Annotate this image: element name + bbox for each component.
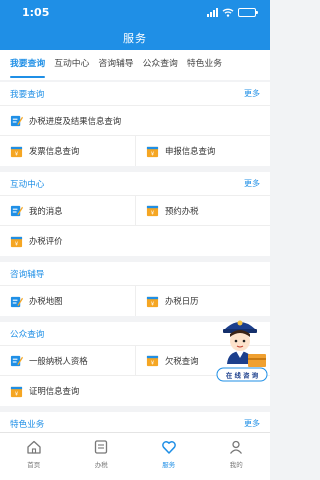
service-item-appointment[interactable]: ¥ 预约办税 — [135, 196, 270, 225]
service-label: 申报信息查询 — [165, 146, 216, 156]
service-item-tax-progress[interactable]: 办税进度及结果信息查询 — [0, 106, 270, 135]
service-item-declaration-query[interactable]: ¥ 申报信息查询 — [135, 136, 270, 166]
nav-label: 服务 — [162, 461, 176, 469]
edit-icon — [10, 115, 23, 127]
section-title: 互动中心 — [10, 179, 45, 190]
service-label: 预约办税 — [165, 205, 199, 216]
section-header: 我要查询 更多 — [0, 82, 270, 106]
section-header: 特色业务 更多 — [0, 412, 270, 432]
section-title: 公众查询 — [10, 329, 45, 340]
mascot-caption: 在 线 咨 询 — [226, 371, 259, 380]
nav-label: 我的 — [229, 461, 243, 469]
service-label: 发票信息查询 — [29, 146, 80, 156]
app-header: 1:05 服务 — [0, 0, 270, 50]
wifi-icon — [222, 8, 234, 17]
service-item-invoice-query[interactable]: ¥ 发票信息查询 — [0, 136, 135, 166]
online-consult-mascot[interactable]: 在 线 咨 询 — [214, 312, 270, 388]
service-label: 办税评价 — [29, 236, 63, 246]
home-icon — [27, 440, 41, 454]
more-link[interactable]: 更多 — [244, 418, 260, 429]
nav-tax[interactable]: 办税 — [68, 433, 136, 480]
service-label: 欠税查询 — [165, 355, 199, 366]
svg-text:¥: ¥ — [15, 151, 19, 157]
yuan-card-icon: ¥ — [146, 355, 159, 367]
section-title: 特色业务 — [10, 419, 45, 430]
svg-text:¥: ¥ — [151, 361, 155, 367]
section-my-query: 我要查询 更多 办税进度及结果信息查询 ¥ 发票信息查询 ¥ 申报信息查询 — [0, 82, 270, 166]
nav-home[interactable]: 首页 — [0, 433, 68, 480]
yuan-card-icon: ¥ — [146, 205, 159, 217]
yuan-card-icon: ¥ — [146, 296, 159, 307]
edit-icon — [10, 205, 23, 217]
mascot-character-icon: 在 线 咨 询 — [216, 320, 268, 382]
nav-label: 办税 — [94, 461, 108, 469]
section-title: 咨询辅导 — [10, 269, 45, 280]
battery-icon — [238, 7, 258, 17]
signal-icon — [207, 7, 218, 17]
service-label: 办税地图 — [29, 296, 63, 306]
section-header: 互动中心 更多 — [0, 172, 270, 196]
tab-consult-guidance[interactable]: 咨询辅导 — [98, 50, 133, 80]
tab-my-query[interactable]: 我要查询 — [10, 50, 46, 80]
user-icon — [230, 440, 243, 454]
status-icons — [207, 7, 258, 17]
tab-special-business[interactable]: 特色业务 — [187, 50, 222, 80]
status-bar: 1:05 — [0, 0, 270, 24]
tab-interaction-center[interactable]: 互动中心 — [54, 50, 89, 80]
heart-icon — [161, 441, 176, 454]
service-item-taxpayer-qualification[interactable]: 一般纳税人资格 — [0, 346, 135, 375]
svg-text:¥: ¥ — [151, 301, 155, 307]
service-item-evaluation[interactable]: ¥ 办税评价 — [0, 226, 270, 256]
service-item-my-messages[interactable]: 我的消息 — [0, 196, 135, 225]
service-label: 证明信息查询 — [29, 386, 80, 396]
section-special-business: 特色业务 更多 — [0, 412, 270, 432]
status-time: 1:05 — [22, 6, 50, 19]
nav-me[interactable]: 我的 — [203, 433, 271, 480]
edit-icon — [10, 296, 23, 307]
yuan-card-icon: ¥ — [10, 386, 23, 397]
service-label: 办税进度及结果信息查询 — [29, 115, 122, 126]
tab-public-query[interactable]: 公众查询 — [143, 50, 178, 80]
yuan-card-icon: ¥ — [10, 146, 23, 157]
service-label: 我的消息 — [29, 205, 63, 216]
svg-text:¥: ¥ — [15, 241, 19, 247]
svg-text:¥: ¥ — [15, 391, 19, 397]
service-label: 一般纳税人资格 — [29, 355, 88, 366]
nav-label: 首页 — [27, 461, 41, 469]
more-link[interactable]: 更多 — [244, 178, 260, 189]
bottom-navigation: 首页 办税 服务 我的 — [0, 432, 270, 480]
nav-service[interactable]: 服务 — [135, 433, 203, 480]
yuan-card-icon: ¥ — [146, 146, 159, 157]
section-interaction-center: 互动中心 更多 我的消息 ¥ 预约办税 ¥ 办税评价 — [0, 172, 270, 256]
service-label: 办税日历 — [165, 296, 199, 306]
edit-icon — [10, 355, 23, 367]
category-tabs: 我要查询 互动中心 咨询辅导 公众查询 特色业务 — [0, 50, 270, 80]
svg-text:¥: ¥ — [151, 211, 155, 217]
tax-doc-icon — [95, 440, 108, 454]
yuan-card-icon: ¥ — [10, 236, 23, 247]
svg-text:¥: ¥ — [151, 151, 155, 157]
service-item-tax-map[interactable]: 办税地图 — [0, 286, 135, 316]
section-title: 我要查询 — [10, 89, 45, 100]
section-consult-guidance: 咨询辅导 办税地图 ¥ 办税日历 — [0, 262, 270, 316]
section-header: 咨询辅导 — [0, 262, 270, 286]
page-title: 服务 — [123, 32, 147, 45]
more-link[interactable]: 更多 — [244, 88, 260, 99]
